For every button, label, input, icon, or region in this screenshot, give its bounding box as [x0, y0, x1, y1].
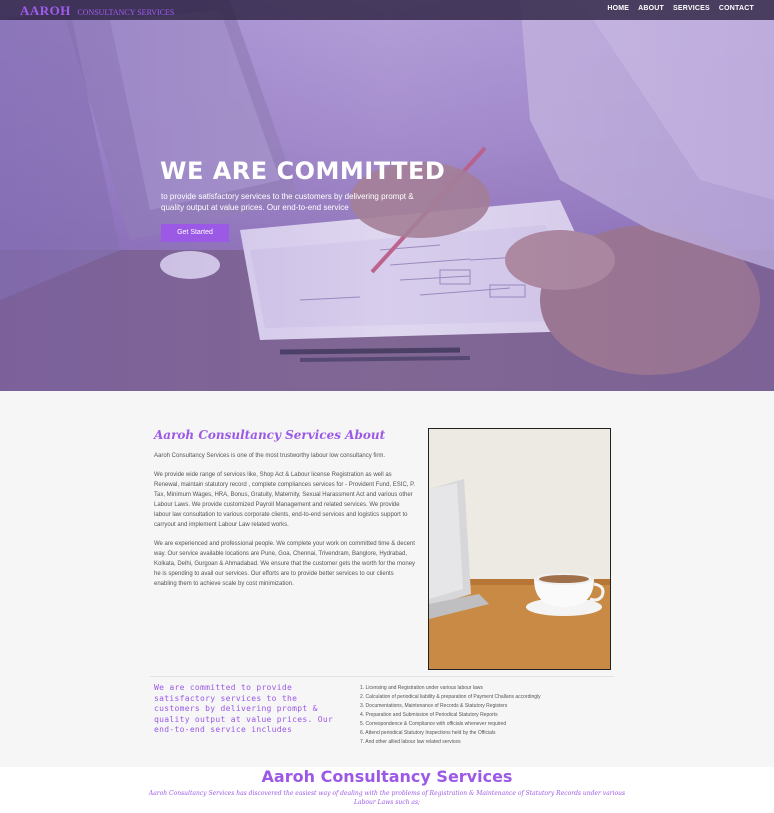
commitment-statement: We are committed to provide satisfactory… [154, 683, 334, 734]
services-list: 1. Licensing and Registration under vari… [360, 684, 541, 747]
about-paragraph: We are experienced and professional peop… [154, 541, 416, 587]
nav-home-link[interactable]: HOME [607, 5, 629, 12]
logo-main-text: AAROH [20, 3, 71, 18]
about-paragraph: We provide wide range of services like, … [154, 472, 416, 528]
laptop-coffee-image [429, 429, 610, 669]
hero-title: WE ARE COMMITTED [160, 157, 446, 185]
list-item: 3. Documentations, Maintenance of Record… [360, 703, 508, 709]
list-item: 2. Calculation of periodical liability &… [360, 694, 541, 700]
nav-services-link[interactable]: SERVICES [673, 5, 710, 12]
list-item: 6. Attend periodical Statutory Inspectio… [360, 730, 496, 736]
nav-contact-link[interactable]: CONTACT [719, 5, 754, 12]
list-item: 4. Preparation and Submission of Periodi… [360, 712, 498, 718]
hero-section: AAROH CONSULTANCY SERVICES HOME ABOUT SE… [0, 0, 774, 391]
section-divider [150, 676, 614, 677]
services-intro-section: Aaroh Consultancy Services Aaroh Consult… [0, 767, 774, 813]
list-item: 7. And other allied labour law related s… [360, 739, 461, 745]
hero-subtitle: to provide satisfactory services to the … [161, 192, 414, 212]
logo-sub-text: CONSULTANCY SERVICES [77, 8, 175, 17]
about-title: Aaroh Consultancy Services About [154, 428, 386, 442]
main-nav: HOME ABOUT SERVICES CONTACT [607, 5, 754, 12]
get-started-button[interactable]: Get Started [161, 224, 229, 242]
nav-about-link[interactable]: ABOUT [638, 5, 664, 12]
services-intro-title: Aaroh Consultancy Services [261, 767, 513, 786]
laptop-coffee-photo [428, 428, 611, 670]
services-intro-text: Aaroh Consultancy Services has discovere… [148, 790, 626, 806]
about-body: Aaroh Consultancy Services is one of the… [154, 451, 416, 598]
list-item: 1. Licensing and Registration under vari… [360, 685, 483, 691]
about-paragraph: Aaroh Consultancy Services is one of the… [154, 453, 386, 459]
top-navbar: AAROH CONSULTANCY SERVICES HOME ABOUT SE… [0, 0, 774, 20]
site-logo[interactable]: AAROH CONSULTANCY SERVICES [20, 2, 174, 20]
about-section: Aaroh Consultancy Services About Aaroh C… [0, 391, 774, 767]
list-item: 5. Correspondence & Compliance with offi… [360, 721, 507, 727]
